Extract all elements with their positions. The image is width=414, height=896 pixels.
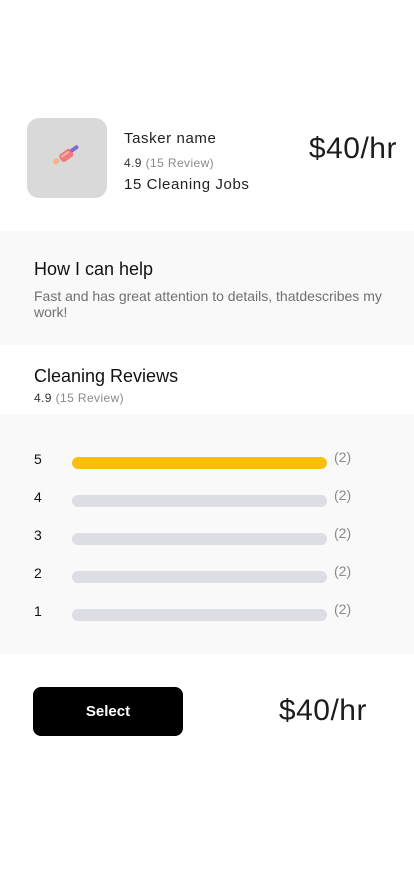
help-section: How I can help Fast and has great attent…: [0, 231, 414, 345]
star-label: 2: [34, 565, 42, 581]
star-label: 3: [34, 527, 42, 543]
rating-count: (2): [334, 601, 352, 617]
rating-row-5: 5 (2): [34, 449, 374, 471]
rating-count: (2): [334, 563, 352, 579]
rating-count: (2): [334, 449, 352, 465]
rating-bar-track: [72, 533, 327, 545]
cleaning-brush-icon: [50, 139, 84, 178]
star-label: 4: [34, 489, 42, 505]
rating-row-3: 3 (2): [34, 525, 374, 547]
rating-row-2: 2 (2): [34, 563, 374, 585]
review-count: (15 Review): [145, 156, 215, 170]
rating-row-1: 1 (2): [34, 601, 374, 623]
rating-row-4: 4 (2): [34, 487, 374, 509]
avatar: [27, 118, 107, 198]
reviews-header: Cleaning Reviews 4.9 (15 Review): [34, 366, 178, 405]
star-label: 5: [34, 451, 42, 467]
hourly-price: $40/hr: [308, 132, 397, 165]
tasker-rating: 4.9 (15 Review): [124, 156, 250, 170]
rating-count: (2): [334, 525, 352, 541]
help-description: Fast and has great attention to details,…: [34, 288, 382, 320]
tasker-profile: Tasker name 4.9 (15 Review) 15 Cleaning …: [27, 118, 397, 198]
rating-value: 4.9: [124, 156, 142, 170]
help-title: How I can help: [34, 259, 154, 279]
jobs-count: 15 Cleaning Jobs: [124, 176, 250, 193]
footer-price: $40/hr: [278, 694, 367, 727]
rating-bar-track: [72, 571, 327, 583]
rating-breakdown: 5 (2) 4 (2) 3 (2) 2 (2) 1 (2): [0, 414, 414, 654]
rating-bar-track: [72, 457, 327, 469]
review-count: (15 Review): [55, 391, 125, 405]
rating-bar-fill: [72, 457, 327, 469]
select-button[interactable]: Select: [33, 687, 183, 736]
rating-bar-track: [72, 495, 327, 507]
tasker-name: Tasker name: [124, 130, 217, 147]
rating-value: 4.9: [34, 391, 52, 405]
star-label: 1: [34, 603, 42, 619]
rating-count: (2): [334, 487, 352, 503]
tasker-info: Tasker name 4.9 (15 Review) 15 Cleaning …: [124, 130, 250, 193]
reviews-title: Cleaning Reviews: [34, 366, 179, 386]
rating-bar-track: [72, 609, 327, 621]
reviews-rating: 4.9 (15 Review): [34, 391, 178, 405]
